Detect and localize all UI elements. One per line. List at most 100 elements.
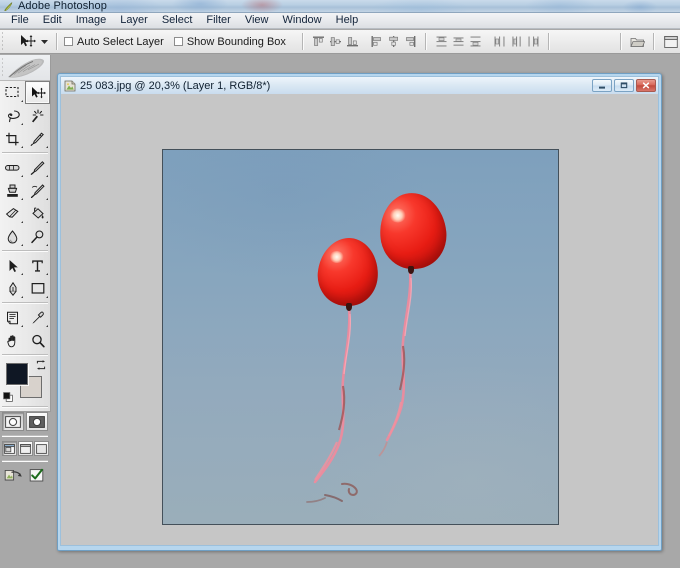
tool-path-selection[interactable] [0,254,25,277]
distribute-horizontal-centers-icon[interactable] [508,33,525,51]
checkbox-box[interactable] [64,37,73,46]
align-horizontal-centers-icon[interactable] [385,33,402,51]
toolbox-header[interactable] [0,55,50,81]
document-thumbnail-icon [64,80,76,92]
distribute-vertical-centers-icon[interactable] [450,33,467,51]
flyout-indicator [46,244,48,246]
toolbox-palette [0,55,51,482]
align-bottom-edges-icon[interactable] [344,33,361,51]
screen-mode-row [0,439,50,458]
menu-window[interactable]: Window [276,13,329,28]
minimize-button[interactable] [592,79,612,92]
toolbox-utility-group [0,306,50,352]
align-left-edges-icon[interactable] [368,33,385,51]
flyout-indicator [21,175,23,177]
tool-slice[interactable] [25,127,50,150]
tool-crop[interactable] [0,127,25,150]
menu-image[interactable]: Image [69,13,114,28]
flyout-indicator [46,221,48,223]
tool-zoom[interactable] [25,329,50,352]
tool-pen[interactable] [0,277,25,300]
menu-view[interactable]: View [238,13,276,28]
jump-buttons-row [0,464,50,486]
tool-clone-stamp[interactable] [0,179,25,202]
lower-left-balloon-knot [346,303,352,311]
tool-hand[interactable] [0,329,25,352]
menu-edit[interactable]: Edit [36,13,69,28]
menu-filter[interactable]: Filter [199,13,237,28]
menu-file[interactable]: File [4,13,36,28]
standard-screen-icon[interactable] [1,441,17,456]
options-separator [620,33,622,50]
toolbox-divider [2,152,48,154]
menu-help[interactable]: Help [329,13,366,28]
tool-healing-brush[interactable] [0,156,25,179]
checkbox-box[interactable] [173,37,183,46]
jump-to-imageready-icon[interactable] [4,467,24,484]
flyout-indicator [46,146,48,148]
document-window[interactable]: 25 083.jpg @ 20,3% (Layer 1, RGB/8*) [57,73,662,551]
options-separator [301,33,304,50]
tool-dodge[interactable] [25,225,50,248]
swap-colors-icon[interactable] [36,360,46,370]
flyout-indicator [21,221,23,223]
palette-well-icon[interactable] [661,32,680,51]
align-buttons-group-1 [310,33,361,51]
tool-paint-bucket[interactable] [25,202,50,225]
full-screen-icon[interactable] [33,441,49,456]
tool-rectangular-marquee[interactable] [0,81,25,104]
show-bounding-box-label: Show Bounding Box [186,35,286,48]
canvas-image-balloons[interactable] [162,149,559,525]
tool-brush[interactable] [25,156,50,179]
quick-mask-mode-icon[interactable] [26,412,48,431]
flyout-indicator [46,325,48,327]
align-top-edges-icon[interactable] [310,33,327,51]
imageready-check-icon[interactable] [27,467,47,484]
options-bar-gripper[interactable] [1,30,7,53]
show-bounding-box-checkbox[interactable]: Show Bounding Box [173,35,286,48]
tool-move[interactable] [25,81,50,104]
tool-type[interactable] [25,254,50,277]
flyout-indicator [46,273,48,275]
menu-layer[interactable]: Layer [113,13,155,28]
options-separator [56,33,58,50]
quick-mask-mode-row [0,410,50,433]
file-browser-icon[interactable] [628,32,647,51]
menu-select[interactable]: Select [155,13,200,28]
maximize-button[interactable] [614,79,634,92]
document-titlebar[interactable]: 25 083.jpg @ 20,3% (Layer 1, RGB/8*) [60,76,659,94]
options-separator [653,33,655,50]
auto-select-layer-label: Auto Select Layer [77,35,164,48]
flyout-indicator [21,100,23,102]
tool-magic-wand[interactable] [25,104,50,127]
move-tool-icon[interactable] [15,32,39,52]
tool-blur[interactable] [0,225,25,248]
tool-lasso[interactable] [0,104,25,127]
tool-notes[interactable] [0,306,25,329]
tool-eraser[interactable] [0,202,25,225]
distribute-top-edges-icon[interactable] [433,33,450,51]
document-canvas-area[interactable] [60,94,659,546]
application-titlebar: Adobe Photoshop [0,0,680,13]
distribute-bottom-edges-icon[interactable] [467,33,484,51]
close-button[interactable] [636,79,656,92]
document-window-buttons [592,79,658,92]
tool-history-brush[interactable] [25,179,50,202]
flyout-indicator [21,244,23,246]
standard-mode-icon[interactable] [2,412,24,431]
align-vertical-centers-icon[interactable] [327,33,344,51]
align-right-edges-icon[interactable] [402,33,419,51]
distribute-right-edges-icon[interactable] [525,33,542,51]
foreground-color-swatch[interactable] [6,363,28,385]
toolbox-divider [2,250,48,252]
flyout-indicator [46,198,48,200]
full-screen-menu-icon[interactable] [17,441,33,456]
chevron-down-icon[interactable] [39,32,50,52]
default-colors-icon[interactable] [3,392,13,402]
auto-select-layer-checkbox[interactable]: Auto Select Layer [64,36,164,48]
tool-eyedropper[interactable] [25,306,50,329]
tool-shape[interactable] [25,277,50,300]
distribute-left-edges-icon[interactable] [491,33,508,51]
distribute-buttons-group-1 [433,33,484,51]
photoshop-application-window: Adobe Photoshop File Edit Image Layer Se… [0,0,680,568]
